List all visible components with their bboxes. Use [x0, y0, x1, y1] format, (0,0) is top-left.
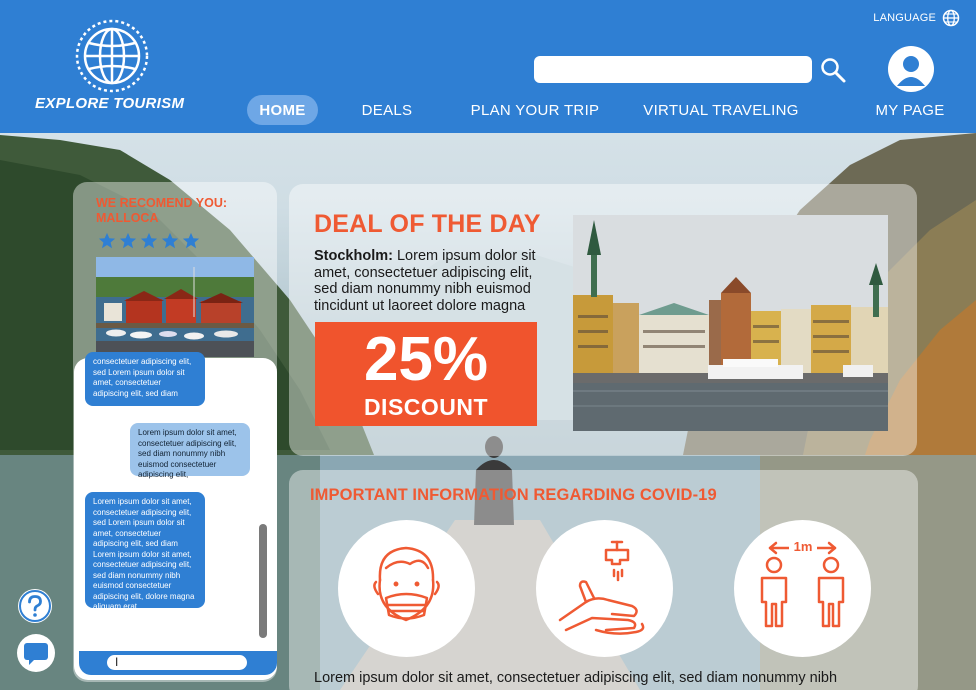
brand-name: EXPLORE TOURISM	[35, 95, 185, 112]
chat-message-text: Lorem ipsum dolor sit amet, consectetuer…	[138, 428, 237, 479]
recommendation-place: MALLOCA	[96, 211, 159, 225]
language-globe-icon	[942, 9, 960, 27]
stockholm-photo[interactable]	[573, 215, 888, 431]
hand-washing-icon	[558, 540, 645, 635]
malloca-harbor-photo[interactable]	[96, 257, 254, 357]
chat-message-text: consectetuer adipiscing elit, sed Lorem …	[93, 357, 192, 398]
chat-button[interactable]	[17, 634, 55, 672]
chat-message-agent: consectetuer adipiscing elit, sed Lorem …	[85, 352, 205, 406]
social-distance-icon: 1m	[760, 538, 845, 628]
recommendation-title: WE RECOMEND YOU:	[96, 196, 228, 210]
deal-description: Stockholm: Lorem ipsum dolor sit amet, c…	[314, 248, 550, 314]
star-icon	[182, 232, 200, 249]
covid-description: Lorem ipsum dolor sit amet, consectetuer…	[314, 670, 838, 686]
nav-deals[interactable]: DEALS	[355, 95, 419, 125]
covid-tip-wash-hands[interactable]	[536, 520, 673, 657]
deal-title: DEAL OF THE DAY	[314, 210, 541, 238]
covid-heading: IMPORTANT INFORMATION REGARDING COVID-19	[310, 486, 717, 504]
chat-message-text: Lorem ipsum dolor sit amet, consectetuer…	[93, 497, 195, 611]
globe-logo-icon[interactable]	[74, 18, 150, 94]
star-icon	[140, 232, 158, 249]
text-cursor-icon: I	[115, 655, 119, 669]
star-icon	[98, 232, 116, 249]
recommendation-heading: WE RECOMEND YOU: MALLOCA	[96, 196, 256, 226]
rating-stars	[98, 232, 200, 250]
star-icon	[119, 232, 137, 249]
chat-bubble-icon	[24, 643, 48, 665]
chat-message-input[interactable]	[107, 655, 247, 670]
language-label: LANGUAGE	[873, 12, 936, 24]
chat-scrollbar[interactable]	[259, 524, 267, 638]
user-icon	[897, 56, 925, 86]
nav-my-page[interactable]: MY PAGE	[870, 95, 950, 125]
chat-message-user: Lorem ipsum dolor sit amet, consectetuer…	[130, 423, 250, 479]
discount-label: DISCOUNT	[363, 394, 489, 420]
language-selector[interactable]: LANGUAGE	[873, 9, 960, 27]
covid-tip-distance[interactable]: 1m	[734, 520, 871, 657]
user-avatar[interactable]	[888, 46, 934, 92]
star-icon	[161, 232, 179, 249]
covid-tip-mask[interactable]	[338, 520, 475, 657]
help-button[interactable]	[18, 589, 52, 623]
nav-home[interactable]: HOME	[247, 95, 318, 125]
deal-city: Stockholm:	[314, 248, 393, 264]
question-mark-icon	[19, 590, 51, 622]
face-mask-icon	[373, 546, 440, 622]
discount-badge[interactable]: 25% DISCOUNT	[315, 322, 537, 426]
nav-plan-your-trip[interactable]: PLAN YOUR TRIP	[468, 95, 602, 125]
search-input[interactable]	[534, 56, 812, 83]
nav-virtual-traveling[interactable]: VIRTUAL TRAVELING	[641, 95, 801, 125]
distance-label: 1m	[794, 539, 813, 554]
chat-message-agent: Lorem ipsum dolor sit amet, consectetuer…	[85, 492, 205, 611]
top-header: EXPLORE TOURISM LANGUAGE HOME DEALS PLAN…	[0, 0, 976, 133]
search-icon[interactable]	[819, 56, 847, 84]
discount-percent: 25%	[363, 325, 489, 394]
